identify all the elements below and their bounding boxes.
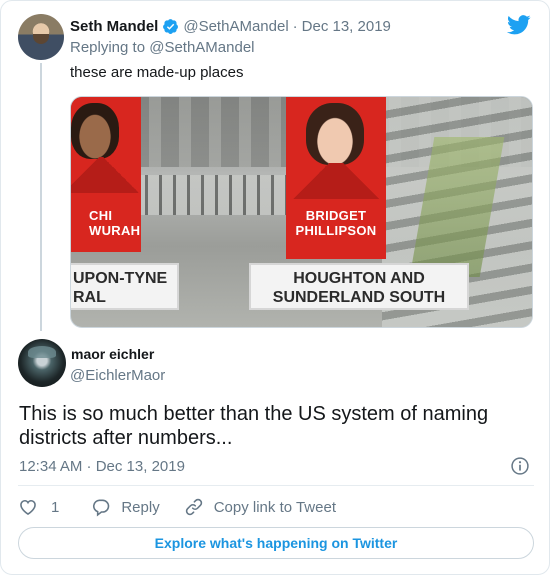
actions-divider <box>18 485 534 486</box>
twitter-bird-icon[interactable] <box>507 15 531 35</box>
tweet-actions-bar: 1 Reply Copy link to Tweet <box>18 495 336 519</box>
tweet-embed-card: Seth Mandel @SethAMandel · Dec 13, 2019 … <box>0 0 550 575</box>
reply-tweet-timestamp[interactable]: 12:34 AM · Dec 13, 2019 <box>19 458 185 475</box>
reply-label: Reply <box>121 498 160 516</box>
explore-twitter-button[interactable]: Explore what's happening on Twitter <box>18 527 534 559</box>
link-icon <box>185 498 202 516</box>
parent-tweet-text: these are made-up places <box>70 64 244 81</box>
banner-chevron <box>286 163 386 199</box>
banner-chevron <box>71 157 141 193</box>
parent-author-handle[interactable]: @SethAMandel <box>183 18 288 35</box>
banner-name-right: BRIDGET PHILLIPSON <box>286 208 386 238</box>
tweet-media-image[interactable]: CHI WURAH BRIDGET PHILLIPSON UPON-TYNE R… <box>70 96 533 328</box>
maor-eichler-avatar[interactable] <box>18 339 66 387</box>
sign-left-line1: UPON-TYNE <box>73 270 168 287</box>
seth-mandel-avatar[interactable] <box>18 14 64 60</box>
avatar-hat <box>28 346 56 358</box>
candidate-photo-left <box>71 103 119 159</box>
reply-author-name[interactable]: maor eichler <box>71 346 154 362</box>
reply-tweet-text: This is so much better than the US syste… <box>19 403 489 449</box>
constituency-sign-right: HOUGHTON AND SUNDERLAND SOUTH <box>249 263 469 310</box>
banner-name-right-line2: PHILLIPSON <box>295 223 377 238</box>
candidate-photo-right <box>306 103 364 165</box>
replying-to-label[interactable]: Replying to @SethAMandel <box>70 39 255 56</box>
avatar-beard <box>33 34 49 44</box>
sign-right-line2: SUNDERLAND SOUTH <box>272 289 446 306</box>
info-icon[interactable] <box>510 456 530 476</box>
parent-tweet-header: Seth Mandel @SethAMandel · Dec 13, 2019 <box>70 16 391 36</box>
reply-button[interactable]: Reply <box>91 497 160 517</box>
header-separator: · <box>292 17 298 35</box>
banner-name-left-line1: CHI <box>89 208 113 223</box>
heart-icon <box>20 499 36 516</box>
reply-author-handle[interactable]: @EichlerMaor <box>70 367 165 384</box>
parent-tweet-date[interactable]: Dec 13, 2019 <box>302 18 391 35</box>
like-button[interactable]: 1 <box>18 497 59 517</box>
parent-author-name[interactable]: Seth Mandel <box>70 18 158 35</box>
copy-link-label: Copy link to Tweet <box>213 498 336 516</box>
sign-right-line1: HOUGHTON AND <box>293 270 425 287</box>
constituency-sign-left: UPON-TYNE RAL <box>71 263 179 310</box>
banner-name-right-line1: BRIDGET <box>305 208 367 223</box>
banner-name-left: CHI WURAH <box>89 208 140 238</box>
copy-link-button[interactable]: Copy link to Tweet <box>184 497 336 517</box>
comment-bubble-icon <box>93 499 110 517</box>
like-count: 1 <box>51 498 60 516</box>
banner-name-left-line2: WURAH <box>89 223 141 238</box>
thread-connector-line <box>40 63 42 331</box>
verified-badge-icon <box>163 18 179 34</box>
sign-left-line2: RAL <box>73 289 106 306</box>
